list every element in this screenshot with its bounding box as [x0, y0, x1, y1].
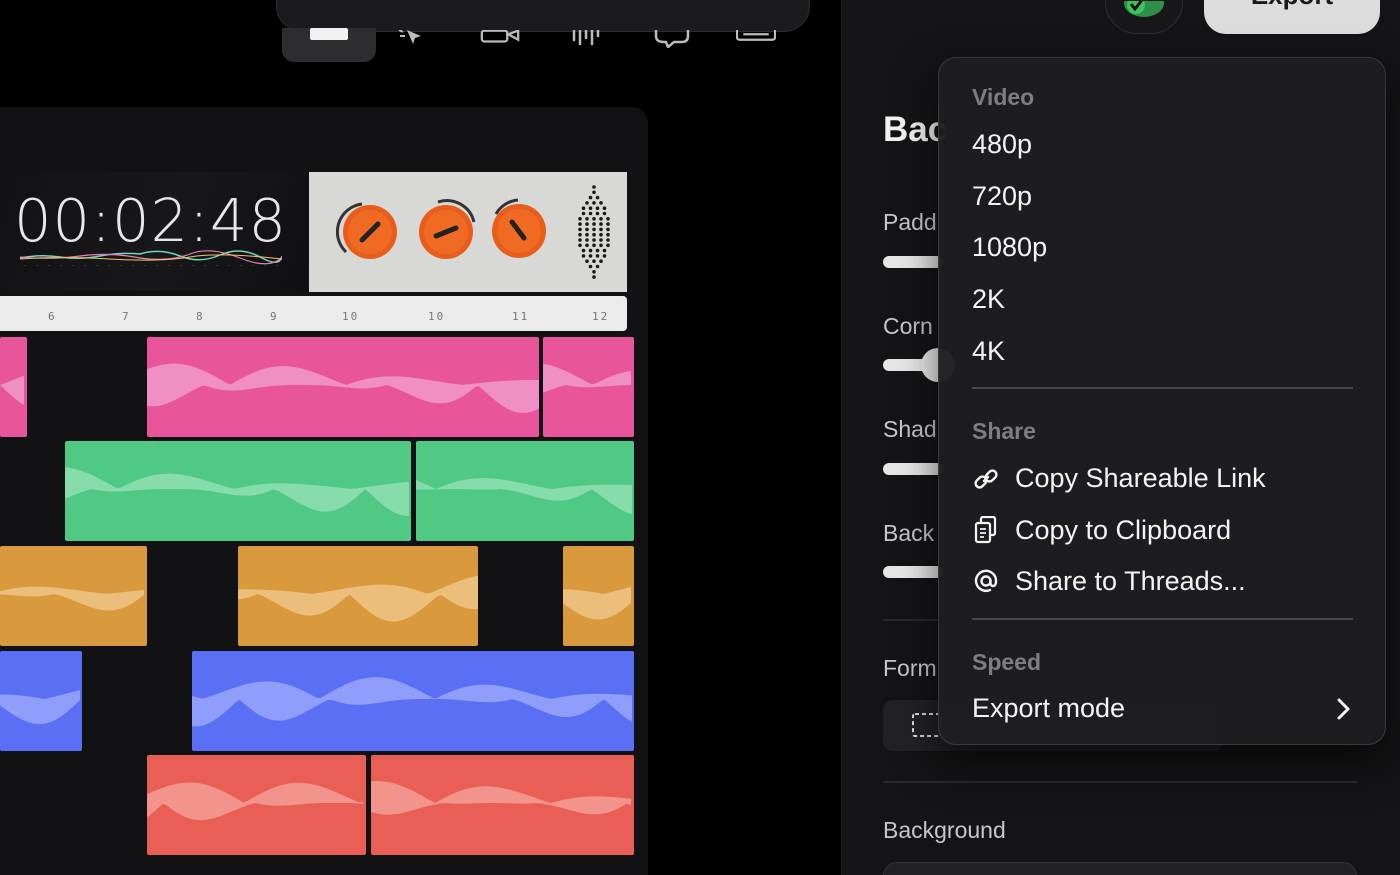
audio-clip[interactable]	[371, 755, 634, 855]
clip-waveform	[563, 586, 631, 620]
audio-clip[interactable]	[0, 337, 27, 437]
clip-waveform	[147, 782, 363, 821]
keyboard-icon	[736, 30, 776, 41]
volume-knob[interactable]	[336, 198, 400, 262]
clipboard-icon	[972, 516, 1000, 544]
chevron-right-icon	[1337, 698, 1350, 720]
audio-clip[interactable]	[416, 441, 634, 541]
menu-divider	[972, 618, 1353, 620]
threads-icon	[972, 567, 1000, 595]
clip-waveform	[371, 781, 631, 815]
ruler-tick: 10	[428, 310, 446, 323]
background-label: Background	[883, 817, 1006, 843]
clip-waveform	[238, 575, 478, 622]
keyboard-tool-button[interactable]	[736, 30, 776, 52]
image-tool-button[interactable]	[282, 28, 376, 62]
corner-label: Corn	[883, 313, 933, 339]
clip-waveform	[0, 586, 144, 611]
clip-waveform	[0, 375, 24, 406]
menu-item-1080p[interactable]: 1080p	[972, 232, 1047, 263]
menu-item-share-to-threads[interactable]: Share to Threads...	[1015, 566, 1246, 597]
menu-item-export-mode[interactable]: Export mode	[972, 693, 1125, 724]
audio-clip[interactable]	[192, 651, 634, 751]
ruler-tick: 7	[122, 310, 131, 323]
clip-waveform	[0, 690, 80, 725]
menu-item-480p[interactable]: 480p	[972, 129, 1032, 160]
camera-tool-button[interactable]	[480, 30, 520, 52]
ruler-tick: 11	[512, 310, 530, 323]
ruler-tick: 8	[196, 310, 205, 323]
sidebar-divider	[883, 619, 943, 621]
audio-clip[interactable]	[238, 546, 478, 646]
cursor-tool-button[interactable]	[392, 30, 432, 52]
waveform-icon	[572, 30, 600, 46]
avatar-icon	[1124, 1, 1164, 17]
menu-item-4k[interactable]: 4K	[972, 336, 1005, 367]
padding-label: Padd	[883, 209, 937, 235]
audio-clip[interactable]	[0, 546, 147, 646]
background-short-label: Back	[883, 520, 935, 546]
cursor-click-icon	[398, 30, 421, 44]
audio-clip[interactable]	[147, 337, 539, 437]
audio-clip[interactable]	[563, 546, 634, 646]
menu-divider	[972, 387, 1353, 389]
audio-clip[interactable]	[65, 441, 411, 541]
menu-item-copy-to-clipboard[interactable]: Copy to Clipboard	[1015, 515, 1231, 546]
camera-icon	[480, 30, 520, 43]
menu-section-video: Video	[972, 84, 1035, 110]
ruler-tick: 12	[592, 310, 610, 323]
speaker-grille-icon	[578, 185, 610, 279]
menu-item-copy-shareable-link[interactable]: Copy Shareable Link	[1015, 463, 1266, 494]
menu-section-share: Share	[972, 418, 1036, 444]
padding-slider[interactable]	[883, 256, 943, 268]
image-icon	[310, 28, 348, 40]
ruler-tick: 10	[342, 310, 360, 323]
timeline-ruler	[0, 296, 627, 331]
ruler-tick: 6	[48, 310, 57, 323]
shadow-slider[interactable]	[883, 463, 943, 475]
gain-knob[interactable]	[414, 198, 478, 262]
lcd-waveform	[20, 250, 282, 266]
audio-tool-button[interactable]	[566, 30, 606, 52]
clip-waveform	[65, 467, 409, 517]
pan-knob[interactable]	[488, 198, 550, 260]
chat-bubble-icon	[654, 30, 690, 48]
export-dropdown-menu	[938, 57, 1386, 745]
menu-item-2k[interactable]: 2K	[972, 284, 1005, 315]
audio-clip[interactable]	[0, 651, 82, 751]
menu-item-720p[interactable]: 720p	[972, 181, 1032, 212]
sidebar-divider	[883, 781, 1357, 783]
background-picker[interactable]	[883, 862, 1357, 875]
clip-waveform	[192, 677, 632, 727]
export-button[interactable]: Export	[1204, 0, 1380, 34]
clip-waveform	[147, 363, 539, 413]
link-icon	[972, 465, 1000, 493]
comment-tool-button[interactable]	[652, 30, 692, 52]
background-slider[interactable]	[883, 566, 943, 578]
shadow-label: Shad	[883, 416, 937, 442]
audio-clip[interactable]	[543, 337, 634, 437]
audio-clip[interactable]	[147, 755, 366, 855]
format-label: Form	[883, 655, 937, 681]
clip-waveform	[543, 363, 631, 393]
ruler-tick: 9	[270, 310, 279, 323]
clip-waveform	[416, 478, 632, 515]
menu-section-speed: Speed	[972, 649, 1042, 675]
